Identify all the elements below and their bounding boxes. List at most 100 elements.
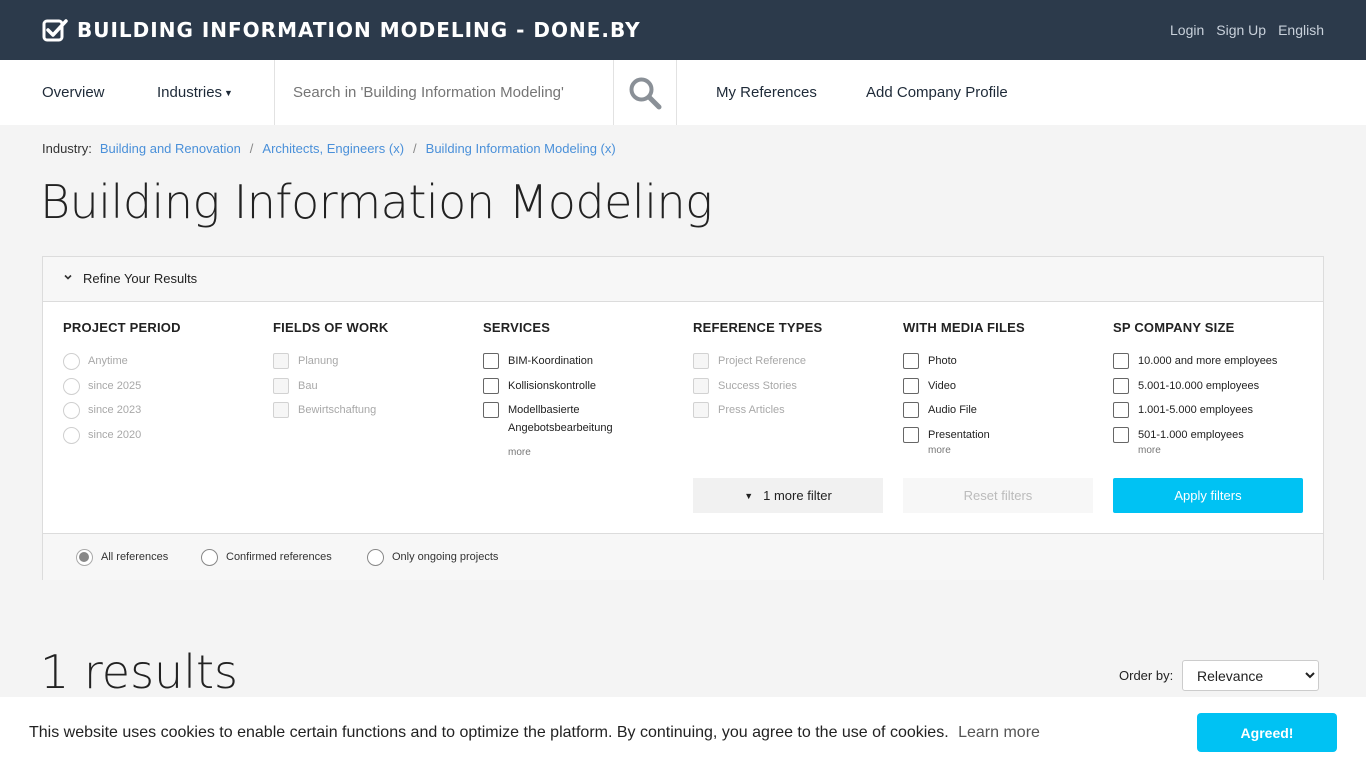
filter-option[interactable]: 10.000 and more employees	[1113, 353, 1313, 378]
filter-option[interactable]: since 2020	[63, 426, 263, 452]
filter-heading: SERVICES	[483, 320, 551, 335]
filter-heading: FIELDS OF WORK	[273, 320, 389, 335]
breadcrumb-item[interactable]: Building and Renovation	[100, 141, 241, 157]
learn-more-link[interactable]: Learn more	[958, 724, 1040, 741]
radio[interactable]	[201, 549, 218, 566]
nav-overview[interactable]: Overview	[42, 84, 105, 102]
checkbox[interactable]	[273, 353, 289, 369]
radio-selected[interactable]	[76, 549, 93, 566]
reset-filters-button[interactable]: Reset filters	[903, 478, 1093, 513]
nav-industries[interactable]: Industries ▼	[157, 84, 233, 102]
cookie-text: This website uses cookies to enable cert…	[29, 724, 949, 741]
order-by-label: Order by:	[1119, 668, 1174, 683]
apply-filters-button[interactable]: Apply filters	[1113, 478, 1303, 513]
main-nav: Overview Industries▼ My References Add C…	[0, 60, 1366, 125]
option-label: Confirmed references	[226, 551, 332, 563]
filter-heading: SP COMPANY SIZE	[1113, 320, 1235, 335]
filter-option[interactable]: Project Reference	[693, 353, 893, 378]
checkbox[interactable]	[1113, 426, 1129, 443]
caret-down-icon: ▼	[224, 88, 233, 99]
breadcrumb-item[interactable]: Building Information Modeling (x)	[426, 141, 616, 157]
option-label: Kollisionskontrolle	[508, 379, 597, 392]
filter-option[interactable]: 1.001-5.000 employees	[1113, 402, 1313, 427]
filter-heading: PROJECT PERIOD	[63, 320, 181, 335]
checkbox[interactable]	[903, 426, 919, 443]
cookie-message: This website uses cookies to enable cert…	[29, 723, 1040, 742]
nav-my-references[interactable]: My References	[716, 84, 817, 102]
more-link[interactable]: more	[508, 447, 683, 458]
account-links: Login Sign Up English	[1170, 21, 1324, 39]
filter-panel-header[interactable]: Refine Your Results	[43, 257, 1323, 302]
filter-option[interactable]: Modellbasierte Angebotsbearbeitung	[483, 402, 683, 445]
search-button[interactable]	[614, 60, 677, 125]
checkbox[interactable]	[483, 402, 499, 419]
radio[interactable]	[63, 353, 80, 370]
option-label: since 2025	[88, 379, 142, 392]
order-by-select[interactable]: Relevance	[1182, 660, 1319, 691]
filter-option[interactable]: Anytime	[63, 353, 263, 378]
filter-option[interactable]: since 2023	[63, 402, 263, 427]
checkbox[interactable]	[693, 353, 709, 369]
filter-column-project-period: PROJECT PERIOD Anytime since 2025 since …	[63, 320, 263, 451]
nav-add-company-profile[interactable]: Add Company Profile	[866, 84, 1008, 102]
checkbox[interactable]	[903, 402, 919, 419]
radio[interactable]	[63, 377, 80, 395]
more-filter-button[interactable]: ▼ 1 more filter	[693, 478, 883, 513]
filter-option[interactable]: Video	[903, 377, 1103, 403]
filter-option[interactable]: Presentation	[903, 426, 1103, 452]
checkbox[interactable]	[903, 377, 919, 394]
option-label: All references	[101, 551, 169, 563]
option-label: 1.001-5.000 employees	[1138, 404, 1253, 417]
checkbox[interactable]	[693, 377, 709, 394]
filter-column-company-size: SP COMPANY SIZE 10.000 and more employee…	[1113, 320, 1313, 456]
filter-column-services: SERVICES BIM-Koordination Kollisionskont…	[483, 320, 683, 458]
radio[interactable]	[63, 402, 80, 420]
checkbox[interactable]	[273, 402, 289, 419]
checkbox[interactable]	[1113, 377, 1129, 394]
filter-option[interactable]: Bau	[273, 377, 473, 403]
filter-option[interactable]: Kollisionskontrolle	[483, 377, 683, 403]
signup-link[interactable]: Sign Up	[1216, 21, 1266, 39]
checkbox-logo-icon	[42, 19, 68, 42]
agree-button[interactable]: Agreed!	[1197, 713, 1337, 752]
option-label: Bau	[298, 379, 318, 392]
brand[interactable]: BUILDING INFORMATION MODELING - DONE.BY	[42, 17, 641, 43]
search-input[interactable]	[275, 60, 613, 125]
filter-option[interactable]: 5.001-10.000 employees	[1113, 377, 1313, 403]
breadcrumb-separator: /	[413, 141, 417, 156]
breadcrumb-item[interactable]: Architects, Engineers (x)	[262, 141, 404, 157]
option-label: Anytime	[88, 355, 128, 367]
top-bar: BUILDING INFORMATION MODELING - DONE.BY …	[0, 0, 1366, 60]
radio[interactable]	[367, 549, 384, 566]
radio[interactable]	[63, 426, 80, 444]
filter-option[interactable]: Success Stories	[693, 377, 893, 403]
login-link[interactable]: Login	[1170, 21, 1204, 39]
filter-column-media-files: WITH MEDIA FILES Photo Video Audio File …	[903, 320, 1103, 456]
option-label: 501-1.000 employees	[1138, 428, 1244, 441]
cookie-banner: This website uses cookies to enable cert…	[0, 697, 1366, 768]
checkbox[interactable]	[483, 353, 499, 369]
filter-option[interactable]: Planung	[273, 353, 473, 378]
filter-option[interactable]: Bewirtschaftung	[273, 402, 473, 427]
filter-option[interactable]: Photo	[903, 353, 1103, 378]
checkbox[interactable]	[903, 353, 919, 369]
filter-option[interactable]: since 2025	[63, 377, 263, 403]
option-label: Modellbasierte Angebotsbearbeitung	[508, 404, 613, 435]
filter-option[interactable]: 501-1.000 employees	[1113, 426, 1313, 452]
checkbox[interactable]	[693, 402, 709, 419]
checkbox[interactable]	[483, 377, 499, 394]
option-label: since 2023	[88, 404, 142, 417]
checkbox[interactable]	[273, 377, 289, 394]
filter-option[interactable]: Press Articles	[693, 402, 893, 427]
option-label: Success Stories	[718, 379, 797, 392]
option-label: 10.000 and more employees	[1138, 355, 1278, 367]
language-link[interactable]: English	[1278, 21, 1324, 39]
filter-option[interactable]: Audio File	[903, 402, 1103, 427]
option-label: since 2020	[88, 428, 142, 441]
option-label: Project Reference	[718, 355, 807, 367]
filter-option[interactable]: BIM-Koordination	[483, 353, 683, 378]
option-label: Photo	[928, 355, 957, 367]
search-icon	[629, 77, 662, 109]
checkbox[interactable]	[1113, 402, 1129, 419]
checkbox[interactable]	[1113, 353, 1129, 369]
